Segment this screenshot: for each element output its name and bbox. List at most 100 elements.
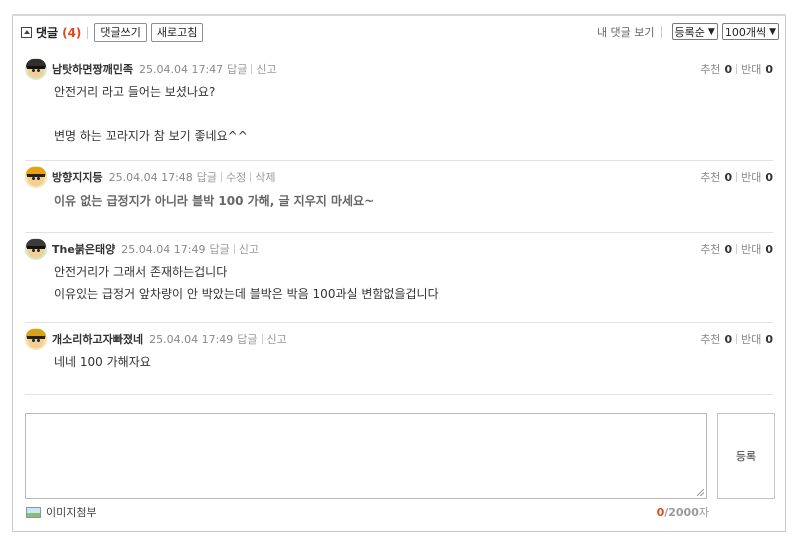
- upvote-button[interactable]: 추천 0: [700, 241, 732, 257]
- upvote-button[interactable]: 추천 0: [700, 169, 732, 185]
- downvote-label: 반대: [741, 171, 762, 184]
- comment-line: [54, 103, 248, 125]
- report-link[interactable]: 신고: [267, 331, 287, 347]
- sort-select-value: 등록순: [674, 25, 705, 39]
- comment-header: 댓글 (4) 댓글쓰기 새로고침 내 댓글 보기 등록순 ▼ 100개씩 ▼: [13, 15, 785, 49]
- downvote-button[interactable]: 반대 0: [741, 241, 773, 257]
- comment-meta: 남탓하면짱깨민족 25.04.04 17:47 답글 신고: [25, 58, 277, 80]
- divider: [736, 172, 738, 182]
- divider: [233, 244, 235, 254]
- vote-box: 추천 0 반대 0: [700, 331, 773, 347]
- comment-line: 네네 100 가해자요: [54, 355, 151, 369]
- vote-box: 추천 0 반대 0: [700, 61, 773, 77]
- image-attach-label: 이미지첨부: [46, 506, 97, 519]
- comment-body: 안전거리가 그래서 존재하는겁니다 이유있는 급정거 앞차량이 안 박았는데 블…: [54, 261, 439, 305]
- comment-datetime: 25.04.04 17:49: [149, 332, 234, 346]
- comment-line: 이유 없는 급정지가 아니라 블박 100 가해, 글 지우지 마세요~: [54, 194, 375, 208]
- edit-link[interactable]: 수정: [226, 169, 246, 185]
- comment-line: 안전거리가 그래서 존재하는겁니다: [54, 265, 228, 279]
- downvote-label: 반대: [741, 243, 762, 256]
- comment-nickname[interactable]: 개소리하고자빠졌네: [52, 331, 143, 347]
- my-comments-link[interactable]: 내 댓글 보기: [597, 24, 655, 40]
- header-left: 댓글 (4) 댓글쓰기 새로고침: [21, 23, 207, 42]
- comment-datetime: 25.04.04 17:47: [138, 62, 224, 76]
- comment-meta: The붉은태양 25.04.04 17:49 답글 신고: [25, 238, 259, 260]
- char-max: /2000: [664, 506, 699, 519]
- comment-body: 네네 100 가해자요: [54, 351, 151, 373]
- downvote-label: 반대: [741, 63, 762, 76]
- vote-box: 추천 0 반대 0: [700, 241, 773, 257]
- upvote-button[interactable]: 추천 0: [700, 61, 732, 77]
- submit-comment-button[interactable]: 등록: [717, 413, 775, 499]
- reply-link[interactable]: 답글: [197, 169, 217, 185]
- comment-meta: 개소리하고자빠졌네 25.04.04 17:49 답글 신고: [25, 328, 287, 350]
- comment-body: 이유 없는 급정지가 아니라 블박 100 가해, 글 지우지 마세요~: [54, 190, 374, 212]
- collapse-toggle-icon[interactable]: [21, 27, 32, 38]
- divider: [736, 64, 738, 74]
- write-comment-button[interactable]: 댓글쓰기: [94, 23, 147, 42]
- delete-link[interactable]: 삭제: [255, 169, 275, 185]
- downvote-button[interactable]: 반대 0: [741, 61, 773, 77]
- upvote-label: 추천: [700, 63, 721, 76]
- chevron-down-icon: ▼: [707, 26, 715, 37]
- char-unit: 자: [698, 506, 709, 519]
- refresh-button[interactable]: 새로고침: [150, 23, 204, 42]
- downvote-button[interactable]: 반대 0: [741, 169, 773, 185]
- comment-item: 개소리하고자빠졌네 25.04.04 17:49 답글 신고 추천 0 반대 0 네…: [25, 323, 773, 395]
- downvote-count: 0: [765, 171, 773, 184]
- sort-select[interactable]: 등록순 ▼: [671, 23, 718, 40]
- comment-nickname[interactable]: 남탓하면짱깨민족: [52, 61, 133, 77]
- divider: [221, 172, 223, 182]
- upvote-count: 0: [724, 171, 733, 184]
- upvote-label: 추천: [700, 243, 721, 256]
- report-link[interactable]: 신고: [256, 61, 276, 77]
- downvote-count: 0: [765, 63, 773, 76]
- comment-item: The붉은태양 25.04.04 17:49 답글 신고 추천 0 반대 0 안전거…: [25, 233, 773, 323]
- upvote-count: 0: [724, 333, 733, 346]
- comment-datetime: 25.04.04 17:49: [121, 242, 206, 256]
- char-counter: 0/2000자: [657, 504, 709, 520]
- divider: [251, 64, 253, 74]
- comment-item: 방향지지등 25.04.04 17:48 답글 수정 삭제 추천 0 반대 0 이유…: [25, 161, 773, 233]
- comment-line: 안전거리 라고 들어는 보셨나요?: [54, 85, 216, 99]
- downvote-count: 0: [765, 333, 773, 346]
- avatar[interactable]: [25, 58, 47, 80]
- upvote-button[interactable]: 추천 0: [700, 331, 732, 347]
- comment-panel: 댓글 (4) 댓글쓰기 새로고침 내 댓글 보기 등록순 ▼ 100개씩 ▼ 남탓하: [12, 14, 786, 532]
- divider: [250, 172, 252, 182]
- reply-link[interactable]: 답글: [237, 331, 257, 347]
- per-page-select-value: 100개씩: [724, 25, 767, 39]
- avatar[interactable]: [25, 166, 47, 188]
- avatar[interactable]: [25, 238, 47, 260]
- comment-datetime: 25.04.04 17:48: [108, 170, 193, 184]
- comment-body: 안전거리 라고 들어는 보셨나요? 변명 하는 꼬라지가 참 보기 좋네요^^: [54, 81, 248, 147]
- comment-item: 남탓하면짱깨민족 25.04.04 17:47 답글 신고 추천 0 반대 0 안전…: [25, 53, 773, 161]
- header-right: 내 댓글 보기 등록순 ▼ 100개씩 ▼: [597, 23, 779, 40]
- upvote-count: 0: [724, 63, 733, 76]
- upvote-count: 0: [724, 243, 733, 256]
- comment-textarea[interactable]: [25, 413, 707, 499]
- divider: [736, 334, 738, 344]
- comment-nickname[interactable]: The붉은태양: [52, 241, 115, 257]
- comment-nickname[interactable]: 방향지지등: [52, 169, 103, 185]
- resize-grip-icon[interactable]: [697, 489, 704, 496]
- comment-meta: 방향지지등 25.04.04 17:48 답글 수정 삭제: [25, 166, 276, 188]
- divider: [736, 244, 738, 254]
- divider: [87, 26, 89, 39]
- image-attach-button[interactable]: 이미지첨부: [26, 504, 97, 520]
- report-link[interactable]: 신고: [239, 241, 259, 257]
- downvote-button[interactable]: 반대 0: [741, 331, 773, 347]
- image-icon: [26, 506, 41, 518]
- chevron-down-icon: ▼: [769, 26, 776, 37]
- reply-link[interactable]: 답글: [209, 241, 229, 257]
- per-page-select[interactable]: 100개씩 ▼: [721, 23, 779, 40]
- vote-box: 추천 0 반대 0: [700, 169, 773, 185]
- reply-link[interactable]: 답글: [227, 61, 247, 77]
- downvote-count: 0: [765, 243, 773, 256]
- upvote-label: 추천: [700, 171, 721, 184]
- avatar[interactable]: [25, 328, 47, 350]
- downvote-label: 반대: [741, 333, 762, 346]
- comment-line: 변명 하는 꼬라지가 참 보기 좋네요^^: [54, 129, 248, 143]
- comment-line: 이유있는 급정거 앞차량이 안 박았는데 블박은 박음 100과실 변함없을겁니…: [54, 287, 439, 301]
- divider: [261, 334, 263, 344]
